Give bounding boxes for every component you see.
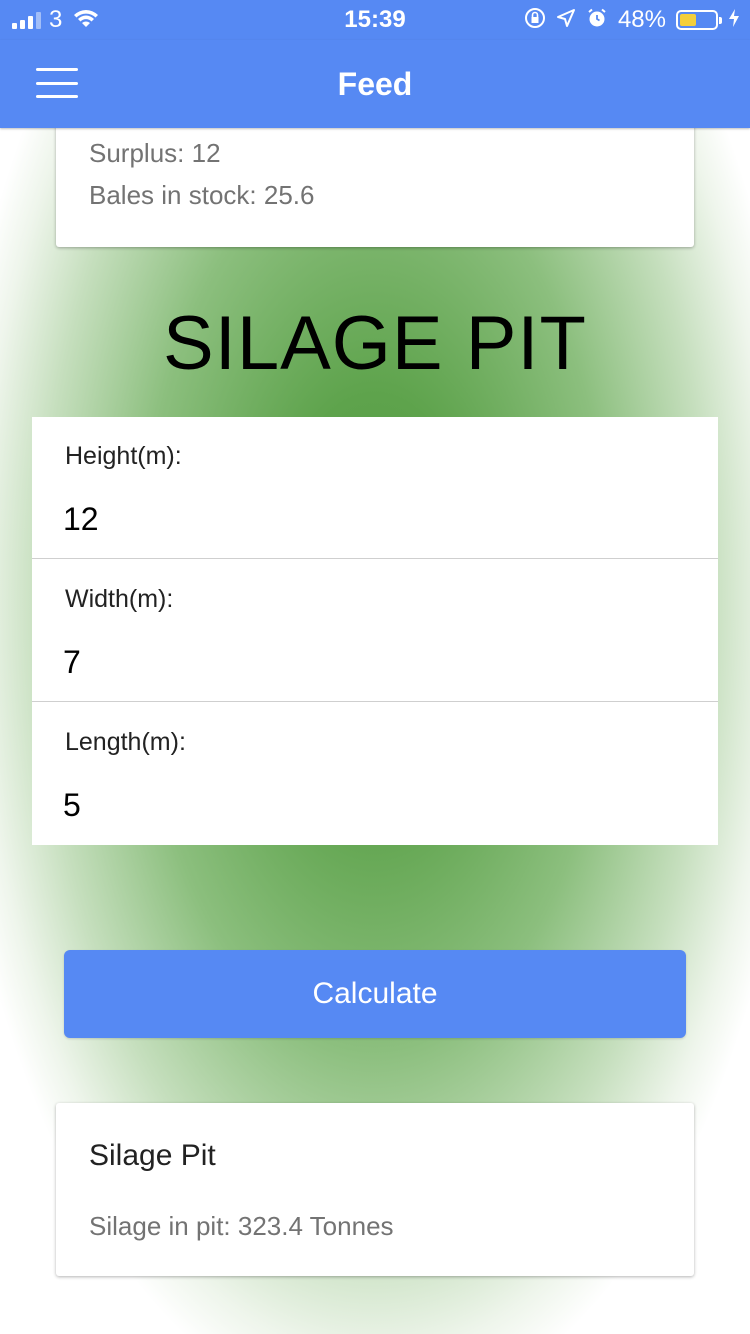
width-label: Width(m): [65,585,174,613]
charging-icon [728,8,740,33]
battery-percent: 48% [617,6,666,33]
page-title: Feed [337,66,413,102]
length-field: Length(m): [32,703,718,845]
bales-in-stock-text: Bales in stock: 25.6 [89,180,315,210]
battery-icon [676,10,722,30]
length-label: Length(m): [65,728,186,756]
silage-in-pit-text: Silage in pit: 323.4 Tonnes [89,1211,394,1241]
height-field: Height(m): [32,417,718,559]
section-title: SILAGE PIT [163,301,587,386]
app-header: Feed [0,40,750,128]
alarm-icon [586,7,608,34]
status-right: 48% [524,6,740,34]
battery-fill [680,14,697,26]
silage-pit-form: Height(m): Width(m): Length(m): [32,417,718,845]
status-bar: 3 15:39 48% [0,0,750,40]
result-card: Silage Pit Silage in pit: 323.4 Tonnes [56,1103,694,1276]
width-input[interactable] [63,640,663,684]
result-title: Silage Pit [89,1139,216,1172]
orientation-lock-icon [524,7,546,34]
summary-card: Surplus: 12 Bales in stock: 25.6 [56,110,694,247]
main-content: Surplus: 12 Bales in stock: 25.6 SILAGE … [0,0,750,1334]
height-input[interactable] [63,497,663,541]
location-icon [556,8,576,33]
width-field: Width(m): [32,560,718,702]
calculate-button[interactable]: Calculate [64,950,686,1038]
length-input[interactable] [63,783,663,827]
surplus-text: Surplus: 12 [89,138,221,168]
height-label: Height(m): [65,442,182,470]
